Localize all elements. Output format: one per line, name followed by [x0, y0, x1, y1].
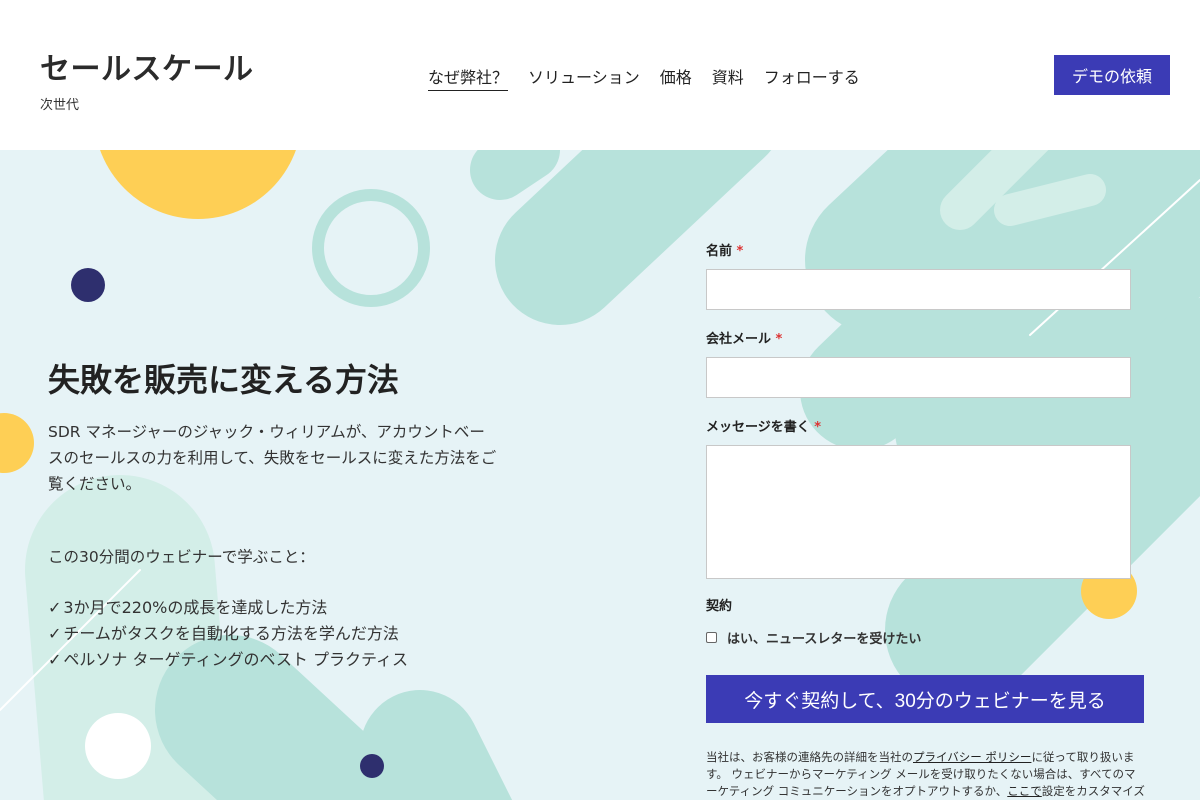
mint-capsule-shape [155, 635, 429, 800]
request-demo-button[interactable]: デモの依頼 [1054, 55, 1170, 95]
mint-light-stripe [994, 174, 1106, 226]
company-email-input[interactable] [706, 357, 1131, 398]
nav-resources[interactable]: 資料 [712, 64, 744, 91]
email-label: 会社メール * [706, 332, 783, 347]
yellow-circle-shape [100, 150, 296, 219]
white-circle-shape [85, 713, 151, 779]
required-mark: * [814, 420, 822, 435]
name-input[interactable] [706, 269, 1131, 310]
mint-capsule-shape [470, 150, 560, 200]
list-item: ✓ ペルソナ ターゲティングのベスト プラクティス [48, 650, 408, 669]
learn-list: ✓ 3か月で220%の成長を達成した方法 ✓ チームがタスクを自動化する方法を学んだ… [48, 595, 498, 673]
brand[interactable]: セールスケール 次世代 [40, 44, 254, 113]
preferences-link[interactable]: ここで [1007, 784, 1042, 798]
mint-ring-shape [312, 189, 430, 307]
nav-why-us[interactable]: なぜ弊社？ [428, 64, 509, 91]
privacy-policy-link[interactable]: プライバシー ポリシー [913, 750, 1031, 764]
learn-intro: この30分間のウェビナーで学ぶこと： [48, 548, 315, 566]
newsletter-option[interactable]: はい、ニュースレターを受けたい [706, 628, 1146, 647]
contract-label: 契約 [706, 599, 733, 614]
hero-content: 失敗を販売に変える方法 SDR マネージャーのジャック・ウィリアムが、アカウント… [48, 355, 498, 673]
main-nav: なぜ弊社？ ソリューション 価格 資料 フォローする [428, 64, 860, 91]
nav-follow[interactable]: フォローする [764, 64, 860, 91]
nav-solutions[interactable]: ソリューション [528, 64, 640, 91]
message-label: メッセージを書く * [706, 420, 822, 435]
list-item: ✓ チームがタスクを自動化する方法を学んだ方法 [48, 624, 399, 643]
navy-dot-shape [360, 754, 384, 778]
hero-section: 失敗を販売に変える方法 SDR マネージャーのジャック・ウィリアムが、アカウント… [0, 150, 1200, 800]
mint-capsule-shape [495, 150, 771, 325]
newsletter-label[interactable]: はい、ニュースレターを受けたい [727, 628, 921, 647]
brand-title[interactable]: セールスケール [40, 44, 254, 88]
name-label: 名前 * [706, 244, 744, 259]
navy-dot-shape [71, 268, 105, 302]
check-icon: ✓ [48, 650, 62, 669]
signup-form: 名前 * 会社メール * メッセージを書く * 契約 はい、ニュースレターを受け… [706, 240, 1146, 800]
message-textarea[interactable] [706, 445, 1131, 579]
required-mark: * [775, 332, 783, 347]
hero-intro: SDR マネージャーのジャック・ウィリアムが、アカウントベースのセールスの力を利… [48, 423, 497, 493]
newsletter-checkbox[interactable] [706, 632, 717, 643]
nav-pricing[interactable]: 価格 [660, 64, 692, 91]
page-title: 失敗を販売に変える方法 [48, 361, 400, 399]
check-icon: ✓ [48, 598, 62, 617]
required-mark: * [736, 244, 744, 259]
submit-button[interactable]: 今すぐ契約して、30分のウェビナーを見る [706, 675, 1144, 723]
mint-capsule-shape [360, 690, 513, 800]
privacy-disclaimer: 当社は、お客様の連絡先の詳細を当社のプライバシー ポリシーに従って取り扱います。… [706, 750, 1145, 798]
list-item: ✓ 3か月で220%の成長を達成した方法 [48, 598, 328, 617]
check-icon: ✓ [48, 624, 62, 643]
site-header: セールスケール 次世代 なぜ弊社？ ソリューション 価格 資料 フォローする デ… [0, 0, 1200, 150]
yellow-circle-shape [0, 413, 34, 473]
brand-subtitle: 次世代 [40, 98, 80, 113]
